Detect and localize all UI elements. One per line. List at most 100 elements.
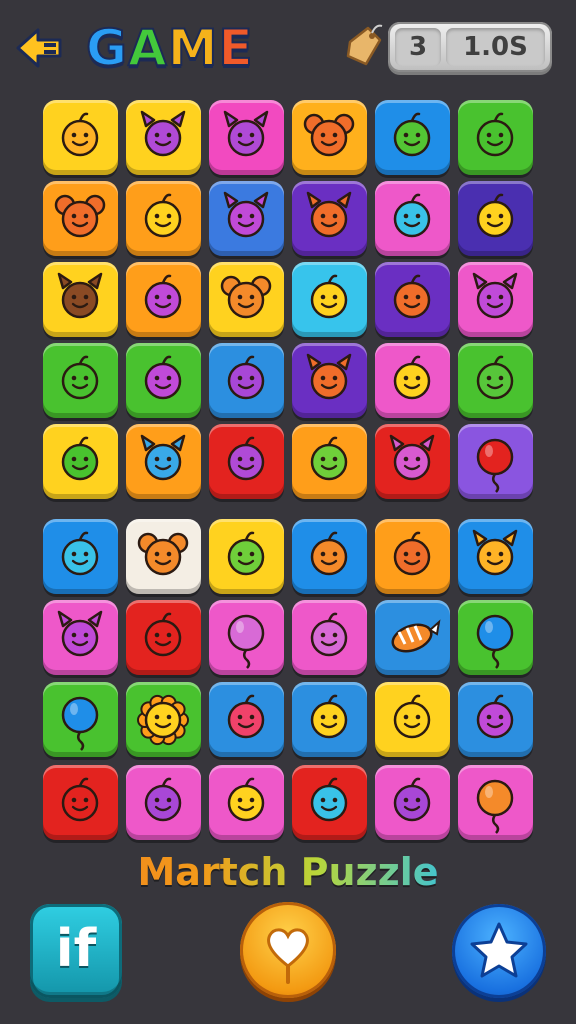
board-tile[interactable] — [458, 765, 533, 840]
board-tile[interactable] — [209, 424, 284, 499]
board-tile[interactable] — [458, 100, 533, 175]
creature-icon — [306, 191, 352, 238]
creature-icon — [393, 112, 431, 157]
creature-icon — [476, 614, 514, 669]
board-tile[interactable] — [458, 519, 533, 594]
creature-icon — [310, 777, 348, 822]
creature-icon — [137, 694, 189, 746]
board-tile[interactable] — [375, 181, 450, 256]
board-tile[interactable] — [43, 424, 118, 499]
board-tile[interactable] — [292, 343, 367, 418]
creature-icon — [476, 779, 514, 834]
if-button[interactable]: if — [30, 904, 122, 998]
creature-icon — [144, 777, 182, 822]
creature-icon — [144, 274, 182, 319]
board-tile[interactable] — [458, 682, 533, 757]
creature-icon — [57, 610, 103, 657]
board-tile[interactable] — [458, 424, 533, 499]
board-tile[interactable] — [292, 424, 367, 499]
board-tile[interactable] — [375, 519, 450, 594]
heart-lollipop-icon — [267, 928, 309, 984]
board-tile[interactable] — [458, 343, 533, 418]
creature-icon — [140, 110, 186, 157]
board-tile[interactable] — [375, 262, 450, 337]
creature-icon — [476, 193, 514, 238]
board-tile[interactable] — [375, 424, 450, 499]
board-tile[interactable] — [292, 181, 367, 256]
board-tile[interactable] — [209, 519, 284, 594]
board-tile[interactable] — [209, 100, 284, 175]
board-tile[interactable] — [43, 343, 118, 418]
creature-icon — [306, 353, 352, 400]
creature-icon — [227, 436, 265, 481]
board-tile[interactable] — [126, 181, 201, 256]
board-tile[interactable] — [458, 181, 533, 256]
board-tile[interactable] — [375, 600, 450, 675]
board-tile[interactable] — [126, 424, 201, 499]
board-tile[interactable] — [126, 343, 201, 418]
board-tile[interactable] — [292, 100, 367, 175]
creature-icon — [310, 612, 348, 657]
board-tile[interactable] — [209, 765, 284, 840]
board-tile[interactable] — [43, 600, 118, 675]
board-tile[interactable] — [126, 765, 201, 840]
creature-icon — [393, 531, 431, 576]
creature-icon — [472, 529, 518, 576]
board-tile[interactable] — [292, 600, 367, 675]
board-tile[interactable] — [292, 765, 367, 840]
creature-icon — [61, 112, 99, 157]
board-tile[interactable] — [375, 343, 450, 418]
creature-icon — [476, 355, 514, 400]
board-tile[interactable] — [292, 682, 367, 757]
creature-icon — [389, 434, 435, 481]
creature-icon — [220, 275, 272, 319]
board-tile[interactable] — [43, 100, 118, 175]
board-tile[interactable] — [209, 262, 284, 337]
creature-icon — [57, 272, 103, 319]
board-tile[interactable] — [43, 181, 118, 256]
creature-icon — [227, 355, 265, 400]
board-tile[interactable] — [43, 262, 118, 337]
creature-icon — [223, 110, 269, 157]
creature-icon — [476, 438, 514, 493]
creature-icon — [310, 274, 348, 319]
board-tile[interactable] — [209, 181, 284, 256]
creature-icon — [223, 191, 269, 238]
board-tile[interactable] — [126, 100, 201, 175]
creature-icon — [144, 193, 182, 238]
creature-icon — [61, 436, 99, 481]
creature-icon — [393, 694, 431, 739]
creature-icon — [140, 434, 186, 481]
board-tile[interactable] — [209, 682, 284, 757]
board-tile[interactable] — [209, 600, 284, 675]
board-tile[interactable] — [126, 682, 201, 757]
board-tile[interactable] — [43, 765, 118, 840]
board-tile[interactable] — [126, 262, 201, 337]
star-button[interactable] — [452, 904, 546, 998]
creature-icon — [393, 274, 431, 319]
board-tile[interactable] — [209, 343, 284, 418]
board-tile[interactable] — [43, 682, 118, 757]
creature-icon — [303, 113, 355, 157]
creature-icon — [391, 619, 441, 653]
board-tile[interactable] — [375, 100, 450, 175]
creature-icon — [144, 612, 182, 657]
board-tile[interactable] — [458, 600, 533, 675]
star-icon — [470, 922, 528, 978]
creature-icon — [227, 614, 265, 669]
board-tile[interactable] — [292, 262, 367, 337]
board-tile[interactable] — [126, 519, 201, 594]
board-tile[interactable] — [375, 682, 450, 757]
game-board — [0, 0, 576, 860]
board-tile[interactable] — [126, 600, 201, 675]
creature-icon — [310, 694, 348, 739]
board-tile[interactable] — [292, 519, 367, 594]
creature-icon — [227, 777, 265, 822]
board-tile[interactable] — [375, 765, 450, 840]
board-tile[interactable] — [43, 519, 118, 594]
heart-lollipop-button[interactable] — [240, 902, 336, 998]
creature-icon — [61, 531, 99, 576]
board-tile[interactable] — [458, 262, 533, 337]
creature-icon — [393, 193, 431, 238]
creature-icon — [227, 694, 265, 739]
